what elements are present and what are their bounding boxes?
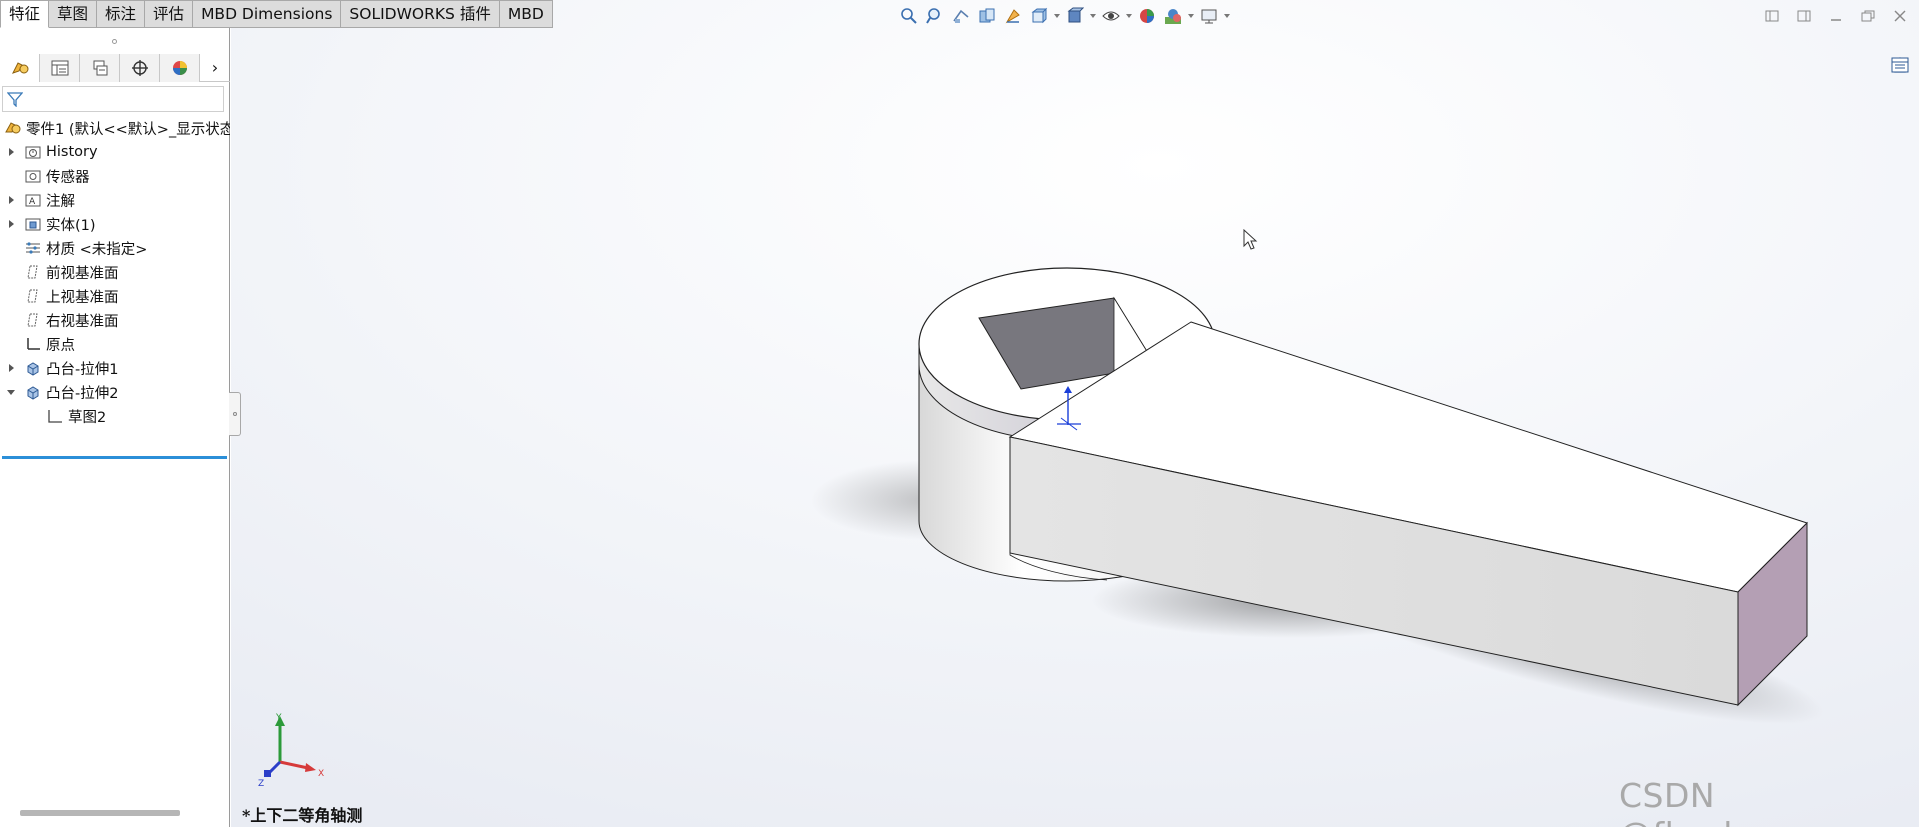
view-orientation-icon[interactable]: [1026, 5, 1052, 27]
svg-text:A: A: [29, 197, 36, 207]
manager-tabs: ›: [0, 54, 230, 82]
material-icon: [24, 239, 42, 257]
tab-solidworks-addins[interactable]: SOLIDWORKS 插件: [341, 0, 500, 28]
command-manager-tabs: 特征 草图 标注 评估 MBD Dimensions SOLIDWORKS 插件…: [0, 0, 553, 28]
tree-item-material[interactable]: 材质 <未指定>: [0, 236, 230, 260]
chevron-down-icon[interactable]: [1052, 5, 1062, 27]
tile-left-icon[interactable]: [1761, 6, 1783, 26]
dimxpert-icon[interactable]: [120, 54, 160, 82]
origin-icon: [24, 335, 42, 353]
tree-item-solid-bodies[interactable]: 实体(1): [0, 212, 230, 236]
panel-horizontal-scrollbar[interactable]: [20, 810, 180, 816]
expand-arrow-icon[interactable]: [4, 212, 18, 236]
tree-item-origin[interactable]: 原点: [0, 332, 230, 356]
previous-view-icon[interactable]: [948, 5, 974, 27]
plane-icon: [24, 287, 42, 305]
propertymanager-icon[interactable]: [40, 54, 80, 82]
triad-z-label: Z: [258, 779, 264, 789]
annotation-icon: A: [24, 191, 42, 209]
tab-markup[interactable]: 标注: [97, 0, 146, 28]
tree-item-boss-extrude1[interactable]: 凸台-拉伸1: [0, 356, 230, 380]
design-library-icon[interactable]: [1891, 57, 1915, 102]
mouse-cursor-icon: [1243, 229, 1258, 250]
zoom-to-fit-icon[interactable]: [896, 5, 922, 27]
tree-item-sketch2[interactable]: 草图2: [0, 404, 230, 428]
tree-item-right-plane[interactable]: 右视基准面: [0, 308, 230, 332]
tab-mbd-dimensions[interactable]: MBD Dimensions: [193, 0, 342, 28]
minimize-icon[interactable]: [1825, 6, 1847, 26]
hide-show-icon[interactable]: [1098, 5, 1124, 27]
display-style-icon[interactable]: [1062, 5, 1088, 27]
featuremanager-panel: › 零件1 (默认<<默认>_显示状态 History 传感器 A 注解 实体(…: [0, 28, 230, 827]
sensor-icon: [24, 167, 42, 185]
triad-y-label: Y: [275, 713, 282, 723]
file-explorer-icon[interactable]: [1891, 58, 1915, 126]
chevron-right-icon[interactable]: ›: [200, 54, 230, 81]
triad-x-label: X: [318, 769, 324, 779]
history-folder-icon: [24, 143, 42, 161]
solid-bodies-icon: [24, 215, 42, 233]
window-controls: [1761, 6, 1911, 26]
view-settings-icon[interactable]: [1196, 5, 1222, 27]
view-orientation-name: *上下二等角轴测: [242, 806, 363, 825]
edit-appearance-icon[interactable]: [1134, 5, 1160, 27]
chevron-down-icon[interactable]: [1222, 5, 1232, 27]
chevron-down-icon[interactable]: [1186, 5, 1196, 27]
expand-arrow-icon[interactable]: [4, 356, 18, 380]
tree-item-top-plane[interactable]: 上视基准面: [0, 284, 230, 308]
tab-evaluate[interactable]: 评估: [145, 0, 194, 28]
appearances-icon[interactable]: [1891, 58, 1915, 174]
sketch-icon: [46, 407, 64, 425]
chevron-down-icon[interactable]: [1124, 5, 1134, 27]
heads-up-view-toolbar: [896, 4, 1232, 28]
extrude-icon: [24, 359, 42, 377]
tree-root-label: 零件1 (默认<<默认>_显示状态: [26, 121, 230, 138]
dynamic-annotation-icon[interactable]: [1000, 5, 1026, 27]
custom-properties-icon[interactable]: [1891, 57, 1915, 198]
display-manager-icon[interactable]: [160, 54, 200, 82]
tree-item-boss-extrude2[interactable]: 凸台-拉伸2: [0, 380, 230, 404]
graphics-area[interactable]: [231, 0, 1919, 827]
tab-sketch[interactable]: 草图: [49, 0, 98, 28]
collapse-arrow-icon[interactable]: [4, 380, 18, 404]
rollback-bar[interactable]: [2, 456, 227, 459]
tree-item-history[interactable]: History: [0, 140, 230, 164]
task-pane-tabs: [1891, 56, 1919, 198]
section-view-icon[interactable]: [974, 5, 1000, 27]
watermark: CSDN @fly_daerm: [1619, 776, 1820, 827]
zoom-area-icon[interactable]: [922, 5, 948, 27]
close-icon[interactable]: [1889, 6, 1911, 26]
restore-icon[interactable]: [1857, 6, 1879, 26]
reference-triad: Y X Z: [258, 713, 324, 789]
expand-arrow-icon[interactable]: [4, 140, 18, 164]
panel-collapse-handle[interactable]: [229, 392, 241, 436]
apply-scene-icon[interactable]: [1160, 5, 1186, 27]
tab-mbd[interactable]: MBD: [499, 0, 553, 28]
part-icon: [4, 119, 22, 137]
tree-filter[interactable]: [2, 86, 224, 112]
feature-tree: 零件1 (默认<<默认>_显示状态 History 传感器 A 注解 实体(1): [0, 116, 230, 428]
tree-root-part[interactable]: 零件1 (默认<<默认>_显示状态: [0, 116, 230, 140]
view-palette-icon[interactable]: [1891, 57, 1915, 150]
extrude-icon: [24, 383, 42, 401]
model-view: [231, 0, 1919, 827]
featuremanager-icon[interactable]: [0, 54, 40, 82]
chevron-down-icon[interactable]: [1088, 5, 1098, 27]
tree-item-annotations[interactable]: A 注解: [0, 188, 230, 212]
tree-item-front-plane[interactable]: 前视基准面: [0, 260, 230, 284]
expand-arrow-icon[interactable]: [4, 188, 18, 212]
filter-icon: [7, 92, 23, 107]
plane-icon: [24, 263, 42, 281]
plane-icon: [24, 311, 42, 329]
tile-right-icon[interactable]: [1793, 6, 1815, 26]
tree-item-sensors[interactable]: 传感器: [0, 164, 230, 188]
configurationmanager-icon[interactable]: [80, 54, 120, 82]
panel-grip[interactable]: [0, 28, 229, 54]
tab-features[interactable]: 特征: [0, 0, 50, 28]
